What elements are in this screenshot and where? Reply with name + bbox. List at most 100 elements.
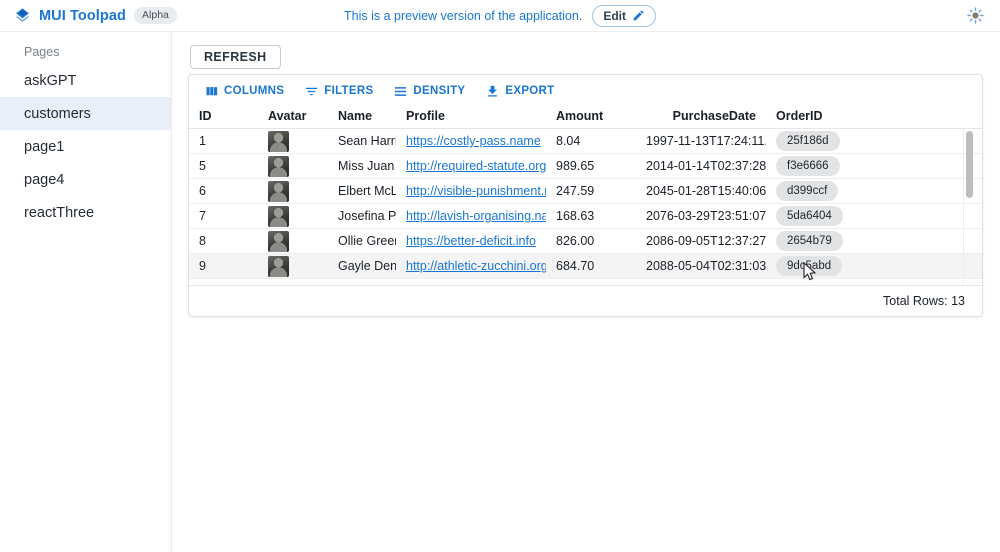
export-icon: [485, 84, 500, 99]
profile-link[interactable]: http://visible-punishment.net: [406, 184, 546, 198]
refresh-button[interactable]: REFRESH: [190, 45, 281, 69]
column-header-amount[interactable]: Amount: [546, 109, 636, 123]
main-content: REFRESH COLUMNSFILTERSDENSITYEXPORT IDAv…: [172, 32, 1000, 552]
filters-button[interactable]: FILTERS: [295, 81, 382, 102]
order-id-chip[interactable]: d399ccf: [776, 181, 838, 201]
data-grid: COLUMNSFILTERSDENSITYEXPORT IDAvatarName…: [188, 74, 983, 317]
sidebar-item-customers[interactable]: customers: [0, 97, 171, 130]
cell-purchase_date: 2088-05-04T02:31:03.294Z: [636, 259, 766, 273]
cell-avatar: [258, 206, 328, 227]
vertical-scrollbar-track: [963, 129, 973, 286]
cell-amount: 684.70: [546, 259, 636, 273]
cell-order_id: 25f186d: [766, 131, 956, 151]
alpha-badge: Alpha: [134, 7, 177, 24]
cell-order_id: 9dc5abd: [766, 256, 956, 276]
grid-footer: Total Rows: 13: [189, 285, 982, 316]
avatar-image: [268, 156, 289, 177]
profile-link[interactable]: http://lavish-organising.name: [406, 209, 546, 223]
cell-name: Sean Harris: [328, 134, 396, 148]
cell-profile: http://required-statute.org: [396, 159, 546, 173]
app-logo[interactable]: MUI Toolpad Alpha: [14, 7, 177, 24]
profile-link[interactable]: http://athletic-zucchini.org: [406, 259, 546, 273]
column-header-order_id[interactable]: OrderID: [766, 109, 956, 123]
column-header-id[interactable]: ID: [189, 109, 258, 123]
cell-profile: https://costly-pass.name: [396, 134, 546, 148]
cell-avatar: [258, 256, 328, 277]
cell-name: Josefina P...: [328, 209, 396, 223]
density-button[interactable]: DENSITY: [384, 81, 474, 102]
avatar-image: [268, 131, 289, 152]
cell-profile: http://visible-punishment.net: [396, 184, 546, 198]
sidebar-item-page1[interactable]: page1: [0, 130, 171, 163]
sidebar-item-reactThree[interactable]: reactThree: [0, 196, 171, 229]
export-button[interactable]: EXPORT: [476, 81, 563, 102]
column-header-profile[interactable]: Profile: [396, 109, 546, 123]
cell-profile: http://athletic-zucchini.org: [396, 259, 546, 273]
cell-id: 1: [189, 134, 258, 148]
sidebar-item-label: customers: [24, 106, 91, 122]
sun-icon: [967, 7, 984, 24]
order-id-chip[interactable]: 9dc5abd: [776, 256, 842, 276]
avatar-image: [268, 231, 289, 252]
cell-name: Elbert McL...: [328, 184, 396, 198]
cell-amount: 247.59: [546, 184, 636, 198]
sidebar-section-label: Pages: [24, 42, 171, 62]
cell-amount: 168.63: [546, 209, 636, 223]
app-title: MUI Toolpad: [39, 8, 126, 24]
sidebar-item-page4[interactable]: page4: [0, 163, 171, 196]
grid-toolbar: COLUMNSFILTERSDENSITYEXPORT: [189, 75, 982, 103]
table-row[interactable]: 1 Sean Harris https://costly-pass.name 8.04…: [189, 129, 982, 154]
sidebar-item-askGPT[interactable]: askGPT: [0, 64, 171, 97]
cell-order_id: 2654b79: [766, 231, 956, 251]
cell-amount: 8.04: [546, 134, 636, 148]
vertical-scrollbar-thumb[interactable]: [966, 131, 973, 198]
cell-purchase_date: 2076-03-29T23:51:07.968Z: [636, 209, 766, 223]
cell-avatar: [258, 131, 328, 152]
grid-header-row: IDAvatarNameProfileAmountPurchaseDateOrd…: [189, 103, 982, 129]
sidebar-item-label: reactThree: [24, 205, 94, 221]
order-id-chip[interactable]: 25f186d: [776, 131, 840, 151]
cell-purchase_date: 1997-11-13T17:24:11.769Z: [636, 134, 766, 148]
cell-name: Gayle Den...: [328, 259, 396, 273]
cell-purchase_date: 2014-01-14T02:37:28.536Z: [636, 159, 766, 173]
cell-id: 6: [189, 184, 258, 198]
table-row[interactable]: 6 Elbert McL... http://visible-punishment.…: [189, 179, 982, 204]
profile-link[interactable]: http://required-statute.org: [406, 159, 546, 173]
edit-button[interactable]: Edit: [592, 5, 656, 27]
total-rows-label: Total Rows: 13: [883, 294, 965, 308]
table-row[interactable]: 8Ollie Green...https://better-deficit.in…: [189, 229, 982, 254]
cell-name: Ollie Green...: [328, 234, 396, 248]
pencil-icon: [632, 9, 645, 22]
cell-order_id: 5da6404: [766, 206, 956, 226]
profile-link[interactable]: https://costly-pass.name: [406, 134, 541, 148]
avatar-image: [268, 206, 289, 227]
avatar-image: [268, 256, 289, 277]
layers-logo-icon: [14, 7, 31, 24]
cell-purchase_date: 2045-01-28T15:40:06.325Z: [636, 184, 766, 198]
filter-icon: [304, 84, 319, 99]
view-column-icon: [204, 84, 219, 99]
order-id-chip[interactable]: 2654b79: [776, 231, 843, 251]
cell-profile: http://lavish-organising.name: [396, 209, 546, 223]
cell-id: 9: [189, 259, 258, 273]
column-header-name[interactable]: Name: [328, 109, 396, 123]
order-id-chip[interactable]: f3e6666: [776, 156, 840, 176]
cell-id: 5: [189, 159, 258, 173]
sidebar: Pages askGPT customers page1 page4 reactThre…: [0, 32, 172, 552]
cell-order_id: f3e6666: [766, 156, 956, 176]
cell-order_id: d399ccf: [766, 181, 956, 201]
column-header-avatar[interactable]: Avatar: [258, 109, 328, 123]
profile-link[interactable]: https://better-deficit.info: [406, 234, 536, 248]
edit-button-label: Edit: [603, 9, 626, 23]
table-row[interactable]: 7 Josefina P... http://lavish-organising.n…: [189, 204, 982, 229]
cell-id: 7: [189, 209, 258, 223]
table-row[interactable]: 5Miss Juan ...http://required-statute.or…: [189, 154, 982, 179]
theme-toggle-button[interactable]: [965, 5, 986, 26]
cell-avatar: [258, 181, 328, 202]
cell-avatar: [258, 231, 328, 252]
order-id-chip[interactable]: 5da6404: [776, 206, 843, 226]
column-header-purchase_date[interactable]: PurchaseDate: [636, 109, 766, 123]
sidebar-item-label: page1: [24, 139, 64, 155]
table-row[interactable]: 9 Gayle Den... http://athletic-zucchini.or…: [189, 254, 982, 279]
columns-button[interactable]: COLUMNS: [195, 81, 293, 102]
